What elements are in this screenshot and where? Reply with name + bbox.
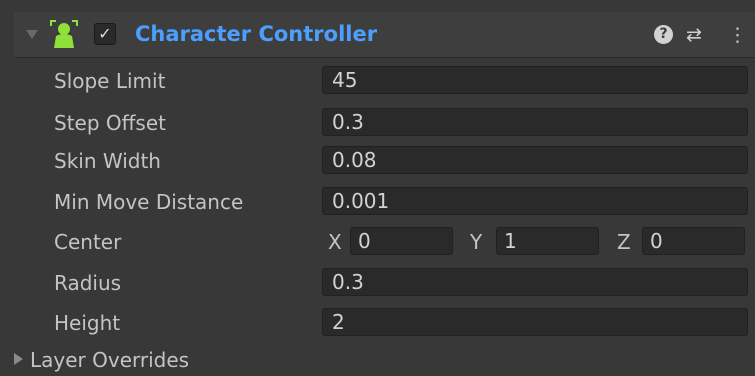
layer-overrides-foldout[interactable]: Layer Overrides xyxy=(0,345,755,376)
height-label: Height xyxy=(54,311,121,335)
context-menu-icon[interactable]: ⋮ xyxy=(728,22,747,48)
center-row: Center X 0 Y 1 Z 0 xyxy=(0,226,755,260)
skin-width-label: Skin Width xyxy=(54,149,161,173)
min-move-distance-field[interactable]: 0.001 xyxy=(322,187,748,215)
foldout-arrow-icon[interactable] xyxy=(26,30,38,39)
slope-limit-field[interactable]: 45 xyxy=(322,66,748,94)
step-offset-label: Step Offset xyxy=(54,111,166,135)
center-z-field[interactable]: 0 xyxy=(642,227,745,255)
skin-width-row: Skin Width 0.08 xyxy=(0,145,755,179)
presets-icon[interactable]: ⇄ xyxy=(686,22,702,48)
component-header[interactable]: ✓ Character Controller ? ⇄ ⋮ xyxy=(14,12,755,58)
radius-field[interactable]: 0.3 xyxy=(322,268,748,296)
min-move-distance-label: Min Move Distance xyxy=(54,190,244,214)
center-y-label[interactable]: Y xyxy=(470,229,482,255)
height-field[interactable]: 2 xyxy=(322,308,748,336)
expand-arrow-icon[interactable] xyxy=(14,353,23,365)
slope-limit-label: Slope Limit xyxy=(54,69,166,93)
enabled-checkbox[interactable]: ✓ xyxy=(94,23,116,45)
character-controller-icon xyxy=(50,20,78,48)
center-z-label[interactable]: Z xyxy=(617,229,631,255)
step-offset-row: Step Offset 0.3 xyxy=(0,107,755,141)
slope-limit-row: Slope Limit 45 xyxy=(0,65,755,99)
step-offset-field[interactable]: 0.3 xyxy=(322,108,748,136)
layer-overrides-label[interactable]: Layer Overrides xyxy=(30,347,189,373)
center-label: Center xyxy=(54,230,122,254)
component-title: Character Controller xyxy=(135,22,378,46)
radius-label: Radius xyxy=(54,271,122,295)
help-icon[interactable]: ? xyxy=(654,25,673,44)
center-x-field[interactable]: 0 xyxy=(350,227,453,255)
min-move-distance-row: Min Move Distance 0.001 xyxy=(0,186,755,220)
character-controller-inspector: ✓ Character Controller ? ⇄ ⋮ Slope Limit… xyxy=(0,0,755,376)
center-y-field[interactable]: 1 xyxy=(496,227,599,255)
height-row: Height 2 xyxy=(0,307,755,341)
center-x-label[interactable]: X xyxy=(328,229,342,255)
radius-row: Radius 0.3 xyxy=(0,267,755,301)
skin-width-field[interactable]: 0.08 xyxy=(322,146,748,174)
